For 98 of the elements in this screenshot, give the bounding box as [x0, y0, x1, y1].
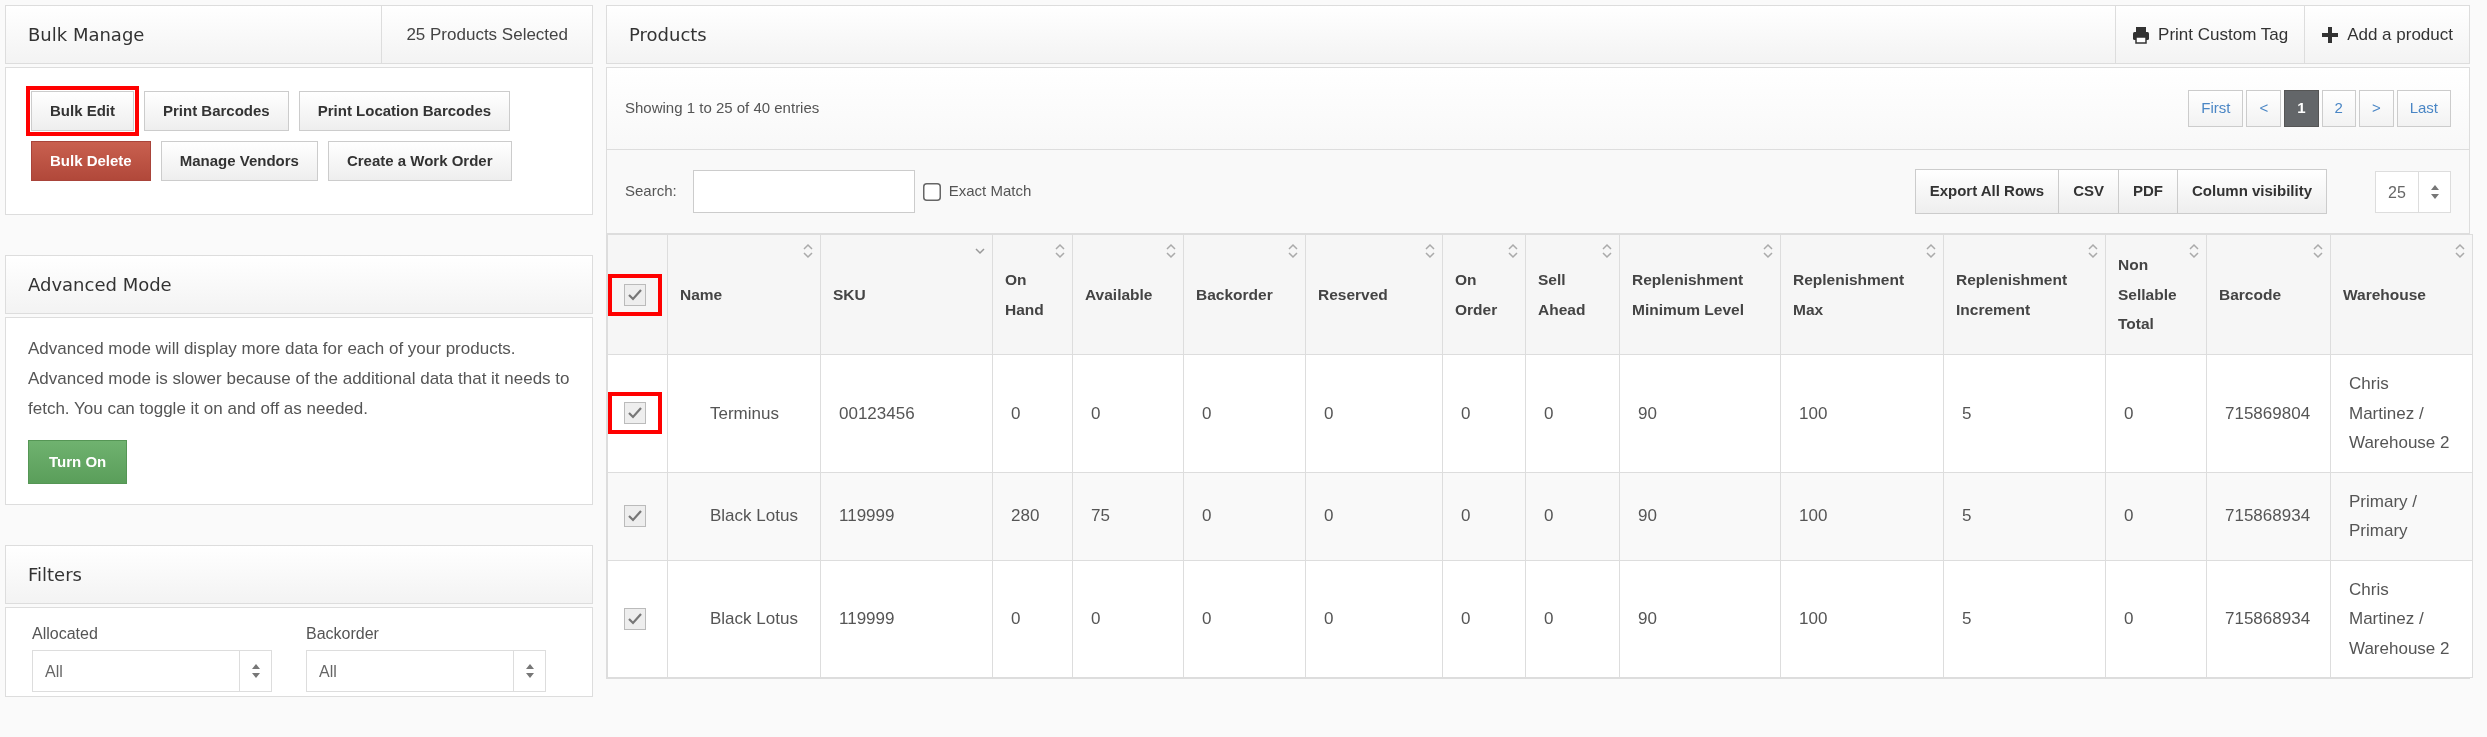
- checkbox-label: Exact Match: [948, 181, 1032, 202]
- select-field[interactable]: All: [306, 650, 546, 692]
- export-button[interactable]: Export All Rows: [1914, 169, 2060, 214]
- table-cell: 0: [1183, 472, 1306, 560]
- selected-count: 25 Products Selected: [381, 6, 592, 63]
- table-cell: 119999: [820, 472, 993, 560]
- table-cell: Chris Martinez / Warehouse 2: [2330, 354, 2473, 472]
- page-link[interactable]: First: [2188, 90, 2244, 127]
- table-cell: 0: [1305, 472, 1443, 560]
- panel-title: Filters: [27, 563, 83, 587]
- action-button[interactable]: Bulk Delete: [31, 141, 151, 181]
- checkbox[interactable]: [624, 283, 646, 306]
- column-header[interactable]: On Hand: [992, 234, 1073, 355]
- column-header[interactable]: Replenishment Max: [1780, 234, 1944, 355]
- column-header[interactable]: Sell Ahead: [1525, 234, 1620, 355]
- table-cell: 0: [1525, 472, 1620, 560]
- select-field[interactable]: All: [32, 650, 272, 692]
- panel-title: Advanced Mode: [27, 273, 173, 297]
- export-button[interactable]: Column visibility: [2177, 169, 2327, 214]
- table-cell: 5: [1943, 560, 2106, 678]
- table-cell: 0: [2105, 472, 2207, 560]
- table-cell: 5: [1943, 472, 2106, 560]
- table-cell: 0: [1305, 560, 1443, 678]
- search-field[interactable]: [692, 170, 915, 213]
- checkbox[interactable]: [624, 505, 646, 527]
- column-header[interactable]: Name: [667, 234, 821, 355]
- table-cell: 715868934: [2206, 472, 2331, 560]
- table-cell: 0: [1525, 560, 1620, 678]
- table-cell: 90: [1619, 472, 1781, 560]
- table-cell: 0: [1525, 354, 1620, 472]
- page-link[interactable]: Last: [2396, 90, 2451, 127]
- column-header[interactable]: SKU: [820, 234, 993, 355]
- column-header[interactable]: Warehouse: [2330, 234, 2473, 355]
- table-cell: 90: [1619, 354, 1781, 472]
- printer-icon: [2132, 25, 2151, 44]
- table-cell: 0: [1183, 560, 1306, 678]
- table-cell: 90: [1619, 560, 1781, 678]
- spinner-icon: [250, 663, 261, 679]
- product-link[interactable]: Terminus: [667, 354, 821, 472]
- column-header[interactable]: Reserved: [1305, 234, 1443, 355]
- table-cell: 0: [992, 354, 1073, 472]
- page-link[interactable]: <: [2246, 90, 2282, 127]
- entries-info: Showing 1 to 25 of 40 entries: [625, 98, 820, 119]
- page-link[interactable]: 2: [2321, 90, 2356, 127]
- action-button[interactable]: Create a Work Order: [327, 141, 512, 181]
- table-cell: 100: [1780, 472, 1944, 560]
- table-cell: Chris Martinez / Warehouse 2: [2330, 560, 2473, 678]
- spinner-icon: [524, 663, 535, 679]
- page-link[interactable]: 1: [2284, 90, 2319, 127]
- table-cell: 0: [1183, 354, 1306, 472]
- field-label: Allocated: [32, 624, 99, 644]
- table-cell: 715868934: [2206, 560, 2331, 678]
- table-cell: 715869804: [2206, 354, 2331, 472]
- action-button[interactable]: Print Location Barcodes: [298, 91, 511, 131]
- table-cell: 0: [1072, 354, 1184, 472]
- column-header[interactable]: Backorder: [1183, 234, 1306, 355]
- column-header[interactable]: Available: [1072, 234, 1184, 355]
- table-cell: 0: [1305, 354, 1443, 472]
- table-cell: 0: [1442, 472, 1526, 560]
- table-cell: 280: [992, 472, 1073, 560]
- spinner-icon: [2429, 183, 2440, 200]
- page-length-select[interactable]: 25: [2375, 170, 2451, 213]
- search-label: Search:: [625, 181, 677, 202]
- table-cell: 0: [2105, 560, 2207, 678]
- header-action[interactable]: Print Custom Tag: [2115, 6, 2305, 63]
- column-header[interactable]: Barcode: [2206, 234, 2331, 355]
- table-cell: 0: [2105, 354, 2207, 472]
- action-button[interactable]: Bulk Edit: [31, 91, 134, 131]
- table-cell: 00123456: [820, 354, 993, 472]
- checkbox[interactable]: [624, 607, 646, 630]
- product-link[interactable]: Black Lotus: [667, 560, 821, 678]
- checkbox[interactable]: [624, 402, 646, 425]
- panel-title: Bulk Manage: [27, 23, 146, 47]
- table-cell: 100: [1780, 560, 1944, 678]
- column-header[interactable]: Replenishment Minimum Level: [1619, 234, 1781, 355]
- field-label: Backorder: [306, 624, 380, 644]
- action-button[interactable]: Manage Vendors: [160, 141, 318, 181]
- panel-title: Products: [628, 23, 708, 47]
- column-header[interactable]: On Order: [1442, 234, 1526, 355]
- action-button[interactable]: Print Barcodes: [144, 91, 289, 131]
- table-cell: 100: [1780, 354, 1944, 472]
- table-cell: Primary / Primary: [2330, 472, 2473, 560]
- column-header[interactable]: Replenishment Increment: [1943, 234, 2106, 355]
- description-text: Advanced mode will display more data for each of your products. Advanced mode is slower because of the additional data that it needs to fetch. You can toggle it on and off as needed.: [28, 338, 570, 420]
- plus-icon: [2321, 25, 2340, 44]
- table-cell: 0: [1072, 560, 1184, 678]
- table-cell: 0: [1442, 560, 1526, 678]
- header-action[interactable]: Add a product: [2304, 6, 2469, 63]
- table-cell: 0: [1442, 354, 1526, 472]
- export-button[interactable]: PDF: [2118, 169, 2178, 214]
- table-cell: 5: [1943, 354, 2106, 472]
- table-cell: 0: [992, 560, 1073, 678]
- export-button[interactable]: CSV: [2058, 169, 2119, 214]
- table-cell: 75: [1072, 472, 1184, 560]
- column-header[interactable]: Non Sellable Total: [2105, 234, 2207, 355]
- page-link[interactable]: >: [2358, 90, 2394, 127]
- table-cell: 119999: [820, 560, 993, 678]
- product-link[interactable]: Black Lotus: [667, 472, 821, 560]
